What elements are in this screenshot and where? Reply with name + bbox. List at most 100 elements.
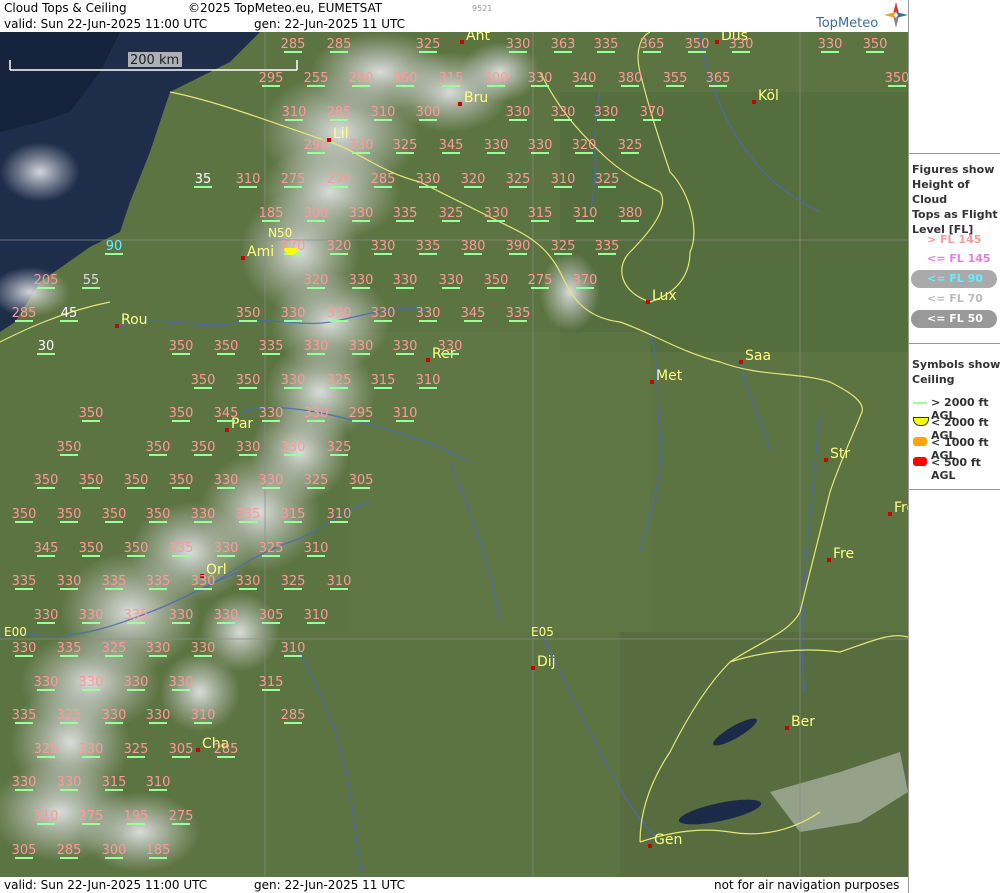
svg-text:350: 350 <box>685 37 710 52</box>
svg-text:335: 335 <box>12 574 37 589</box>
cloud-top-label: 285 <box>371 172 396 188</box>
svg-text:Ant: Ant <box>466 32 490 44</box>
svg-text:330: 330 <box>371 306 396 321</box>
cloud-top-label: 310 <box>371 105 395 121</box>
cloud-top-label: 290 <box>349 71 373 87</box>
svg-text:330: 330 <box>528 71 553 86</box>
cloud-top-label: 335 <box>146 574 171 590</box>
svg-text:325: 325 <box>551 239 576 254</box>
svg-text:380: 380 <box>618 71 643 86</box>
cloud-top-label: 310 <box>416 373 440 389</box>
cloud-top-label: 325 <box>259 541 283 557</box>
cloud-top-label: 325 <box>124 742 149 758</box>
svg-text:320: 320 <box>461 172 486 187</box>
svg-text:300: 300 <box>102 843 127 858</box>
cloud-top-label: 30 <box>37 339 55 355</box>
svg-text:330: 330 <box>34 608 59 623</box>
svg-text:310: 310 <box>146 775 171 790</box>
cloud-top-label: 255 <box>304 71 329 87</box>
cloud-top-label: 350 <box>124 473 148 489</box>
map-title: Cloud Tops & Ceiling <box>4 1 127 15</box>
cloud-top-label: 330 <box>528 138 553 154</box>
cloud-patch <box>0 142 80 202</box>
cloud-top-label: 350 <box>34 473 58 489</box>
svg-text:330: 330 <box>146 708 171 723</box>
cloud-top-label: 325 <box>327 373 352 389</box>
svg-text:325: 325 <box>57 708 82 723</box>
svg-text:255: 255 <box>304 71 329 86</box>
cloud-top-label: 285 <box>281 708 305 724</box>
svg-text:Saa: Saa <box>745 348 771 364</box>
svg-text:300: 300 <box>484 71 509 86</box>
svg-text:315: 315 <box>371 373 396 388</box>
cloud-top-label: 275 <box>169 809 193 825</box>
cloud-top-label: 305 <box>349 473 374 489</box>
cloud-top-label: 315 <box>281 507 305 523</box>
svg-text:350: 350 <box>236 373 261 388</box>
svg-text:310: 310 <box>191 708 216 723</box>
svg-text:330: 330 <box>34 675 59 690</box>
cloud-top-label: 350 <box>214 339 238 355</box>
cloud-top-label: 335 <box>102 574 126 590</box>
cloud-top-label: 330 <box>12 641 37 657</box>
cloud-top-label: 325 <box>34 742 58 758</box>
svg-text:270: 270 <box>327 172 352 187</box>
cloud-top-label: 330 <box>214 608 238 624</box>
svg-text:305: 305 <box>349 473 374 488</box>
svg-text:325: 325 <box>327 373 352 388</box>
svg-text:Lux: Lux <box>652 288 677 304</box>
svg-text:330: 330 <box>12 641 37 656</box>
svg-text:45: 45 <box>61 306 78 321</box>
cloud-top-label: 330 <box>438 339 462 355</box>
cloud-top-label: 310 <box>282 105 307 121</box>
svg-text:360: 360 <box>393 71 418 86</box>
cloud-top-label: 350 <box>169 473 193 489</box>
cloud-top-label: 330 <box>259 406 283 422</box>
svg-text:35: 35 <box>195 172 212 187</box>
cloud-top-label: 310 <box>191 708 216 724</box>
svg-text:325: 325 <box>124 742 149 757</box>
svg-text:310: 310 <box>573 206 598 221</box>
svg-text:335: 335 <box>57 641 82 656</box>
svg-text:335: 335 <box>146 574 171 589</box>
header-bar: Cloud Tops & Ceiling ©2025 TopMeteo.eu, … <box>0 0 908 32</box>
svg-text:310: 310 <box>282 105 307 120</box>
satellite-map[interactable]: 200 km N50 E00 E05 Ant Düs Bru Köl Lil Ami Lux Ro… <box>0 32 908 877</box>
legend-fl-row: <= FL 145 <box>927 252 991 265</box>
svg-text:330: 330 <box>169 675 194 690</box>
cloud-top-label: 335 <box>595 239 619 255</box>
svg-text:330: 330 <box>528 138 553 153</box>
svg-text:325: 325 <box>327 440 352 455</box>
svg-text:310: 310 <box>34 809 59 824</box>
cloud-top-label: 325 <box>618 138 642 154</box>
cloud-top-label: 350 <box>863 37 887 53</box>
cloud-top-label: 330 <box>371 306 396 322</box>
cloud-top-label: 310 <box>304 608 328 624</box>
svg-text:350: 350 <box>484 273 509 288</box>
cloud-top-label: 350 <box>236 306 260 322</box>
svg-text:310: 310 <box>327 507 352 522</box>
legend-ceiling-row: > 2000 ft AGL <box>909 395 1000 422</box>
svg-text:285: 285 <box>214 742 239 757</box>
svg-text:330: 330 <box>79 742 104 757</box>
cloud-top-label: 330 <box>506 37 530 53</box>
svg-text:Gen: Gen <box>654 832 682 848</box>
cloud-top-label: 330 <box>439 273 463 289</box>
svg-text:330: 330 <box>124 675 149 690</box>
cloud-top-label: 370 <box>573 273 597 289</box>
cloud-top-label: 330 <box>281 306 305 322</box>
svg-text:285: 285 <box>327 105 352 120</box>
svg-text:275: 275 <box>79 809 104 824</box>
cloud-top-label: 350 <box>885 71 908 87</box>
cloud-top-label: 380 <box>618 71 643 87</box>
cloud-top-label: 330 <box>506 105 530 121</box>
cloud-top-label: 330 <box>214 541 238 557</box>
svg-text:340: 340 <box>572 71 597 86</box>
cloud-top-label: 335 <box>506 306 530 322</box>
svg-text:90: 90 <box>106 239 123 254</box>
svg-text:285: 285 <box>371 172 396 187</box>
svg-text:Fre: Fre <box>833 546 854 562</box>
svg-text:Bru: Bru <box>464 90 488 106</box>
cloud-top-label: 325 <box>439 206 463 222</box>
svg-text:305: 305 <box>12 843 37 858</box>
